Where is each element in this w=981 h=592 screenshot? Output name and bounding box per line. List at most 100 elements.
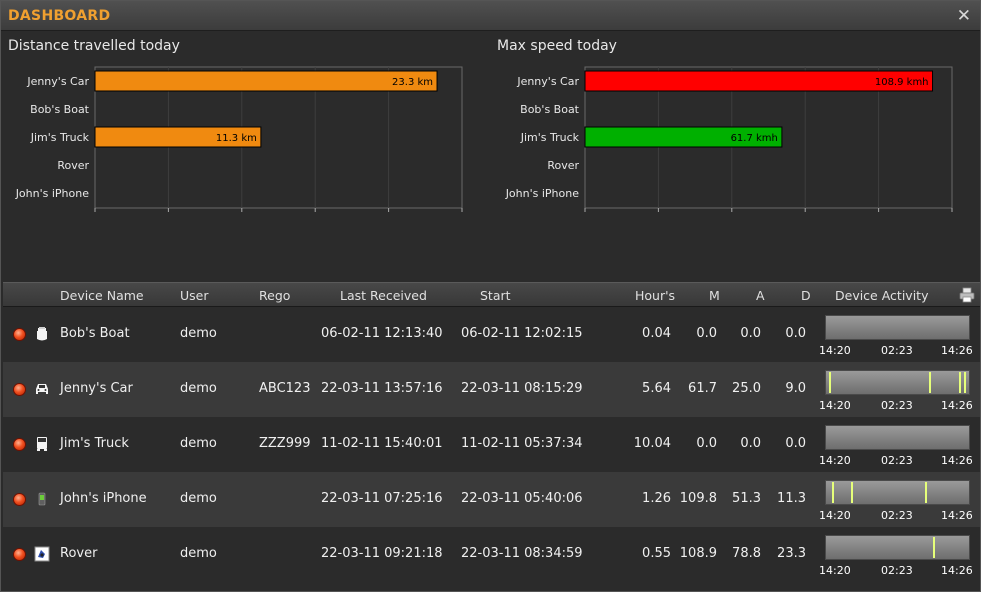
activity-marker	[851, 482, 853, 503]
printer-icon[interactable]	[959, 287, 975, 303]
activity-marker	[925, 482, 927, 503]
header-device-activity[interactable]: Device Activity	[835, 288, 928, 303]
d-cell: 9.0	[785, 381, 806, 396]
last-received-cell: 22-03-11 09:21:18	[321, 546, 443, 561]
title-bar: DASHBOARD ✕	[1, 1, 980, 31]
hours-cell: 0.04	[642, 326, 671, 341]
speed-chart: Jenny's Car 108.9 kmh Bob's Boat Jim's Truc…	[505, 66, 953, 212]
device-name: Rover	[60, 546, 98, 561]
user-cell: demo	[180, 491, 217, 506]
activity-time-end: 14:26	[941, 399, 973, 412]
header-user[interactable]: User	[180, 288, 209, 303]
m-cell: 61.7	[688, 381, 717, 396]
user-cell: demo	[180, 436, 217, 451]
rego-cell: ZZZ999	[259, 436, 311, 451]
category-label: Rover	[57, 159, 89, 172]
category-label: John's iPhone	[505, 187, 580, 200]
device-activity-bar[interactable]	[825, 370, 970, 395]
header-d[interactable]: D	[801, 288, 811, 303]
rover-icon	[34, 546, 50, 562]
activity-marker	[832, 482, 834, 503]
a-cell: 0.0	[740, 326, 761, 341]
header-m[interactable]: M	[709, 288, 720, 303]
last-received-cell: 22-03-11 07:25:16	[321, 491, 443, 506]
device-name: Bob's Boat	[60, 326, 130, 341]
activity-time-mid: 02:23	[881, 399, 913, 412]
hours-cell: 1.26	[642, 491, 671, 506]
start-cell: 22-03-11 05:40:06	[461, 491, 583, 506]
table-row[interactable]: Rover demo 22-03-11 09:21:18 22-03-11 08:34…	[3, 527, 980, 582]
bar-value-label: 61.7 kmh	[731, 133, 778, 144]
activity-time-mid: 02:23	[881, 564, 913, 577]
category-label: John's iPhone	[15, 187, 90, 200]
activity-marker	[929, 372, 931, 393]
status-icon	[13, 438, 26, 451]
activity-time-mid: 02:23	[881, 509, 913, 522]
d-cell: 11.3	[777, 491, 806, 506]
table-header: Device Name User Rego Last Received Star…	[3, 282, 980, 307]
table-row[interactable]: John's iPhone demo 22-03-11 07:25:16 22-03-…	[3, 472, 980, 527]
start-cell: 11-02-11 05:37:34	[461, 436, 583, 451]
device-name: Jenny's Car	[60, 381, 133, 396]
user-cell: demo	[180, 326, 217, 341]
header-a[interactable]: A	[756, 288, 765, 303]
a-cell: 25.0	[732, 381, 761, 396]
last-received-cell: 11-02-11 15:40:01	[321, 436, 443, 451]
header-start[interactable]: Start	[480, 288, 511, 303]
device-name: Jim's Truck	[60, 436, 129, 451]
category-label: Rover	[547, 159, 579, 172]
activity-time-start: 14:20	[819, 399, 851, 412]
device-activity-bar[interactable]	[825, 535, 970, 560]
activity-time-start: 14:20	[819, 509, 851, 522]
m-cell: 108.9	[679, 546, 717, 561]
hours-cell: 0.55	[642, 546, 671, 561]
distance-chart: Jenny's Car 23.3 km Bob's Boat Jim's Truck 1…	[15, 66, 463, 212]
status-icon	[13, 493, 26, 506]
bar-value-label: 23.3 km	[392, 77, 433, 88]
header-hours[interactable]: Hour's	[635, 288, 675, 303]
d-cell: 0.0	[785, 436, 806, 451]
activity-time-start: 14:20	[819, 344, 851, 357]
bar	[94, 70, 438, 92]
bar-value-label: 108.9 kmh	[875, 77, 929, 88]
activity-time-start: 14:20	[819, 564, 851, 577]
table-row[interactable]: Bob's Boat demo 06-02-11 12:13:40 06-02-11 …	[3, 307, 980, 362]
activity-time-end: 14:26	[941, 509, 973, 522]
status-icon	[13, 383, 26, 396]
user-cell: demo	[180, 546, 217, 561]
phone-icon	[34, 491, 50, 507]
category-label: Bob's Boat	[30, 103, 90, 116]
a-cell: 0.0	[740, 436, 761, 451]
activity-time-end: 14:26	[941, 344, 973, 357]
device-activity-bar[interactable]	[825, 315, 970, 340]
m-cell: 0.0	[696, 436, 717, 451]
table-row[interactable]: Jim's Truck demo ZZZ999 11-02-11 15:40:01 11…	[3, 417, 980, 472]
header-rego[interactable]: Rego	[259, 288, 290, 303]
window-title: DASHBOARD	[8, 8, 111, 24]
activity-time-mid: 02:23	[881, 454, 913, 467]
device-activity-bar[interactable]	[825, 425, 970, 450]
device-activity-bar[interactable]	[825, 480, 970, 505]
speed-chart-title: Max speed today	[497, 38, 617, 54]
rego-cell: ABC123	[259, 381, 311, 396]
activity-time-end: 14:26	[941, 564, 973, 577]
hours-cell: 5.64	[642, 381, 671, 396]
d-cell: 0.0	[785, 326, 806, 341]
activity-marker	[933, 537, 935, 558]
activity-marker	[964, 372, 966, 393]
table-row[interactable]: Jenny's Car demo ABC123 22-03-11 13:57:16 22…	[3, 362, 980, 417]
m-cell: 0.0	[696, 326, 717, 341]
start-cell: 22-03-11 08:15:29	[461, 381, 583, 396]
a-cell: 51.3	[732, 491, 761, 506]
category-label: Jenny's Car	[516, 75, 579, 88]
m-cell: 109.8	[679, 491, 717, 506]
close-icon[interactable]: ✕	[957, 6, 971, 26]
header-last-received[interactable]: Last Received	[340, 288, 427, 303]
d-cell: 23.3	[777, 546, 806, 561]
category-label: Bob's Boat	[520, 103, 580, 116]
header-device-name[interactable]: Device Name	[60, 288, 144, 303]
category-label: Jim's Truck	[520, 131, 580, 144]
last-received-cell: 22-03-11 13:57:16	[321, 381, 443, 396]
activity-time-start: 14:20	[819, 454, 851, 467]
boat-icon	[34, 326, 50, 342]
